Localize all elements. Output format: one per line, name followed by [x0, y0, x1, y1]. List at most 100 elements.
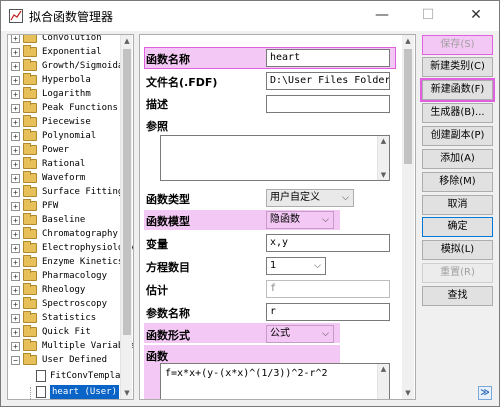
function-textarea[interactable]: f=x*x+(y-(x*x)^(1/3))^2-r^2 ▲▼: [160, 363, 390, 399]
tree-item-chromatography[interactable]: + Chromatography: [8, 227, 133, 241]
scroll-up-icon[interactable]: ▲: [121, 35, 133, 47]
reset-button[interactable]: 重置(R): [422, 263, 493, 283]
cancel-button[interactable]: 取消: [422, 195, 493, 215]
tree-item-label: Chromatography: [42, 229, 118, 239]
expand-icon[interactable]: +: [11, 174, 20, 183]
expand-icon[interactable]: +: [11, 216, 20, 225]
tree-item-enzyme-kinetics[interactable]: + Enzyme Kinetics: [8, 255, 133, 269]
tree-item-label: Rational: [42, 159, 86, 169]
expand-icon[interactable]: +: [11, 230, 20, 239]
collapse-chevron-icon[interactable]: ≫: [478, 386, 492, 400]
tree-item-polynomial[interactable]: + Polynomial: [8, 129, 133, 143]
tree-item-label: heart (User): [50, 385, 120, 399]
scroll-down-icon[interactable]: ▼: [402, 387, 414, 399]
collapse-icon[interactable]: −: [11, 356, 20, 365]
form-scrollbar[interactable]: ▲ ▼: [402, 35, 414, 399]
file-name-input[interactable]: D:\User Files Folder\: [266, 72, 390, 90]
scroll-down-icon[interactable]: ▼: [121, 387, 133, 399]
tree-item-rheology[interactable]: + Rheology: [8, 283, 133, 297]
tree-item-fitconvtemplate[interactable]: FitConvTemplate: [8, 369, 133, 383]
expand-icon[interactable]: +: [11, 146, 20, 155]
expand-icon[interactable]: +: [11, 90, 20, 99]
scroll-up-icon[interactable]: ▲: [378, 136, 389, 146]
tree-item-peak-functions[interactable]: + Peak Functions: [8, 101, 133, 115]
tree-item-piecewise[interactable]: + Piecewise: [8, 115, 133, 129]
expand-icon[interactable]: +: [11, 244, 20, 253]
scroll-up-icon[interactable]: ▲: [402, 35, 414, 47]
tree-item-pharmacology[interactable]: + Pharmacology: [8, 269, 133, 283]
new-function-button[interactable]: 新建函数(F): [420, 78, 495, 102]
folder-icon: [23, 353, 37, 365]
tree-item-baseline[interactable]: + Baseline: [8, 213, 133, 227]
scroll-down-icon[interactable]: ▼: [378, 170, 389, 180]
expand-icon[interactable]: +: [11, 300, 20, 309]
variables-input[interactable]: x,y: [266, 234, 390, 252]
tree-item-surface-fitting[interactable]: + Surface Fitting: [8, 185, 133, 199]
new-category-button[interactable]: 新建类别(C): [422, 57, 493, 77]
expand-icon[interactable]: +: [11, 48, 20, 57]
expand-icon[interactable]: +: [11, 202, 20, 211]
func-type-label: 函数类型: [146, 193, 190, 206]
simulate-button[interactable]: 模拟(L): [422, 240, 493, 260]
save-button[interactable]: 保存(S): [422, 35, 493, 55]
expand-icon[interactable]: +: [11, 160, 20, 169]
expand-icon[interactable]: +: [11, 272, 20, 281]
tree-item-multiple-variables[interactable]: + Multiple Variables: [8, 339, 133, 353]
add-button[interactable]: 添加(A): [422, 149, 493, 169]
tree-item-electrophysiology[interactable]: + Electrophysiology: [8, 241, 133, 255]
tree-item-waveform[interactable]: + Waveform: [8, 171, 133, 185]
expand-icon[interactable]: +: [11, 76, 20, 85]
tree-item-power[interactable]: + Power: [8, 143, 133, 157]
ok-button[interactable]: 确定: [422, 217, 493, 237]
tree-scrollbar[interactable]: ▲ ▼: [120, 35, 132, 399]
func-type-select[interactable]: 用户自定义 ⌵: [266, 189, 354, 207]
folder-icon: [23, 297, 37, 309]
equations-select[interactable]: 1 ⌵: [266, 257, 326, 275]
func-form-label: 函数形式: [146, 329, 190, 342]
tree-item-pfw[interactable]: + PFW: [8, 199, 133, 213]
maximize-button[interactable]: ☐: [405, 1, 451, 31]
expand-icon[interactable]: +: [11, 328, 20, 337]
expand-icon[interactable]: +: [11, 342, 20, 351]
duplicate-button[interactable]: 创建副本(P): [422, 126, 493, 146]
tree-item-rational[interactable]: + Rational: [8, 157, 133, 171]
tree-item-hyperbola[interactable]: + Hyperbola: [8, 73, 133, 87]
expand-icon[interactable]: +: [11, 132, 20, 141]
tree-item-label: Surface Fitting: [42, 187, 124, 197]
expand-icon[interactable]: +: [11, 62, 20, 71]
func-name-input[interactable]: heart: [266, 49, 390, 67]
tree-item-heart-user[interactable]: heart (User): [8, 385, 133, 399]
textarea-scrollbar[interactable]: ▲▼: [377, 364, 389, 399]
param-names-input[interactable]: r: [266, 303, 390, 321]
expand-icon[interactable]: +: [11, 188, 20, 197]
expand-icon[interactable]: +: [11, 104, 20, 113]
tree-item-convolution[interactable]: + Convolution: [8, 35, 133, 45]
tree-item-quick-fit[interactable]: + Quick Fit: [8, 325, 133, 339]
scroll-down-icon[interactable]: ▼: [378, 398, 389, 399]
tree-item-growth-sigmoidal[interactable]: + Growth/Sigmoidal: [8, 59, 133, 73]
func-form-select[interactable]: 公式 ⌵: [266, 325, 334, 343]
scroll-up-icon[interactable]: ▲: [378, 364, 389, 374]
expand-icon[interactable]: +: [11, 286, 20, 295]
params-textarea[interactable]: ▲ ▼: [160, 135, 390, 181]
tree-item-exponential[interactable]: + Exponential: [8, 45, 133, 59]
brief-input[interactable]: [266, 95, 390, 113]
tree-item-logarithm[interactable]: + Logarithm: [8, 87, 133, 101]
find-button[interactable]: 查找: [422, 286, 493, 306]
scroll-thumb[interactable]: [404, 49, 412, 164]
tree-item-spectroscopy[interactable]: + Spectroscopy: [8, 297, 133, 311]
tree-item-statistics[interactable]: + Statistics: [8, 311, 133, 325]
expand-icon[interactable]: +: [11, 35, 20, 43]
func-model-select[interactable]: 隐函数 ⌵: [266, 211, 334, 229]
expand-icon[interactable]: +: [11, 118, 20, 127]
expand-icon[interactable]: +: [11, 258, 20, 267]
minimize-button[interactable]: —: [359, 1, 405, 31]
scroll-thumb[interactable]: [123, 49, 131, 335]
textarea-scrollbar[interactable]: ▲▼: [377, 136, 389, 180]
close-button[interactable]: ✕: [453, 1, 499, 31]
tree-item-user-defined[interactable]: − User Defined: [8, 353, 133, 367]
generator-button[interactable]: 生成器(B)...: [422, 103, 493, 123]
function-category-tree[interactable]: + Convolution + Exponential + Growth/Sigmoi…: [7, 34, 134, 400]
expand-icon[interactable]: +: [11, 314, 20, 323]
remove-button[interactable]: 移除(M): [422, 172, 493, 192]
